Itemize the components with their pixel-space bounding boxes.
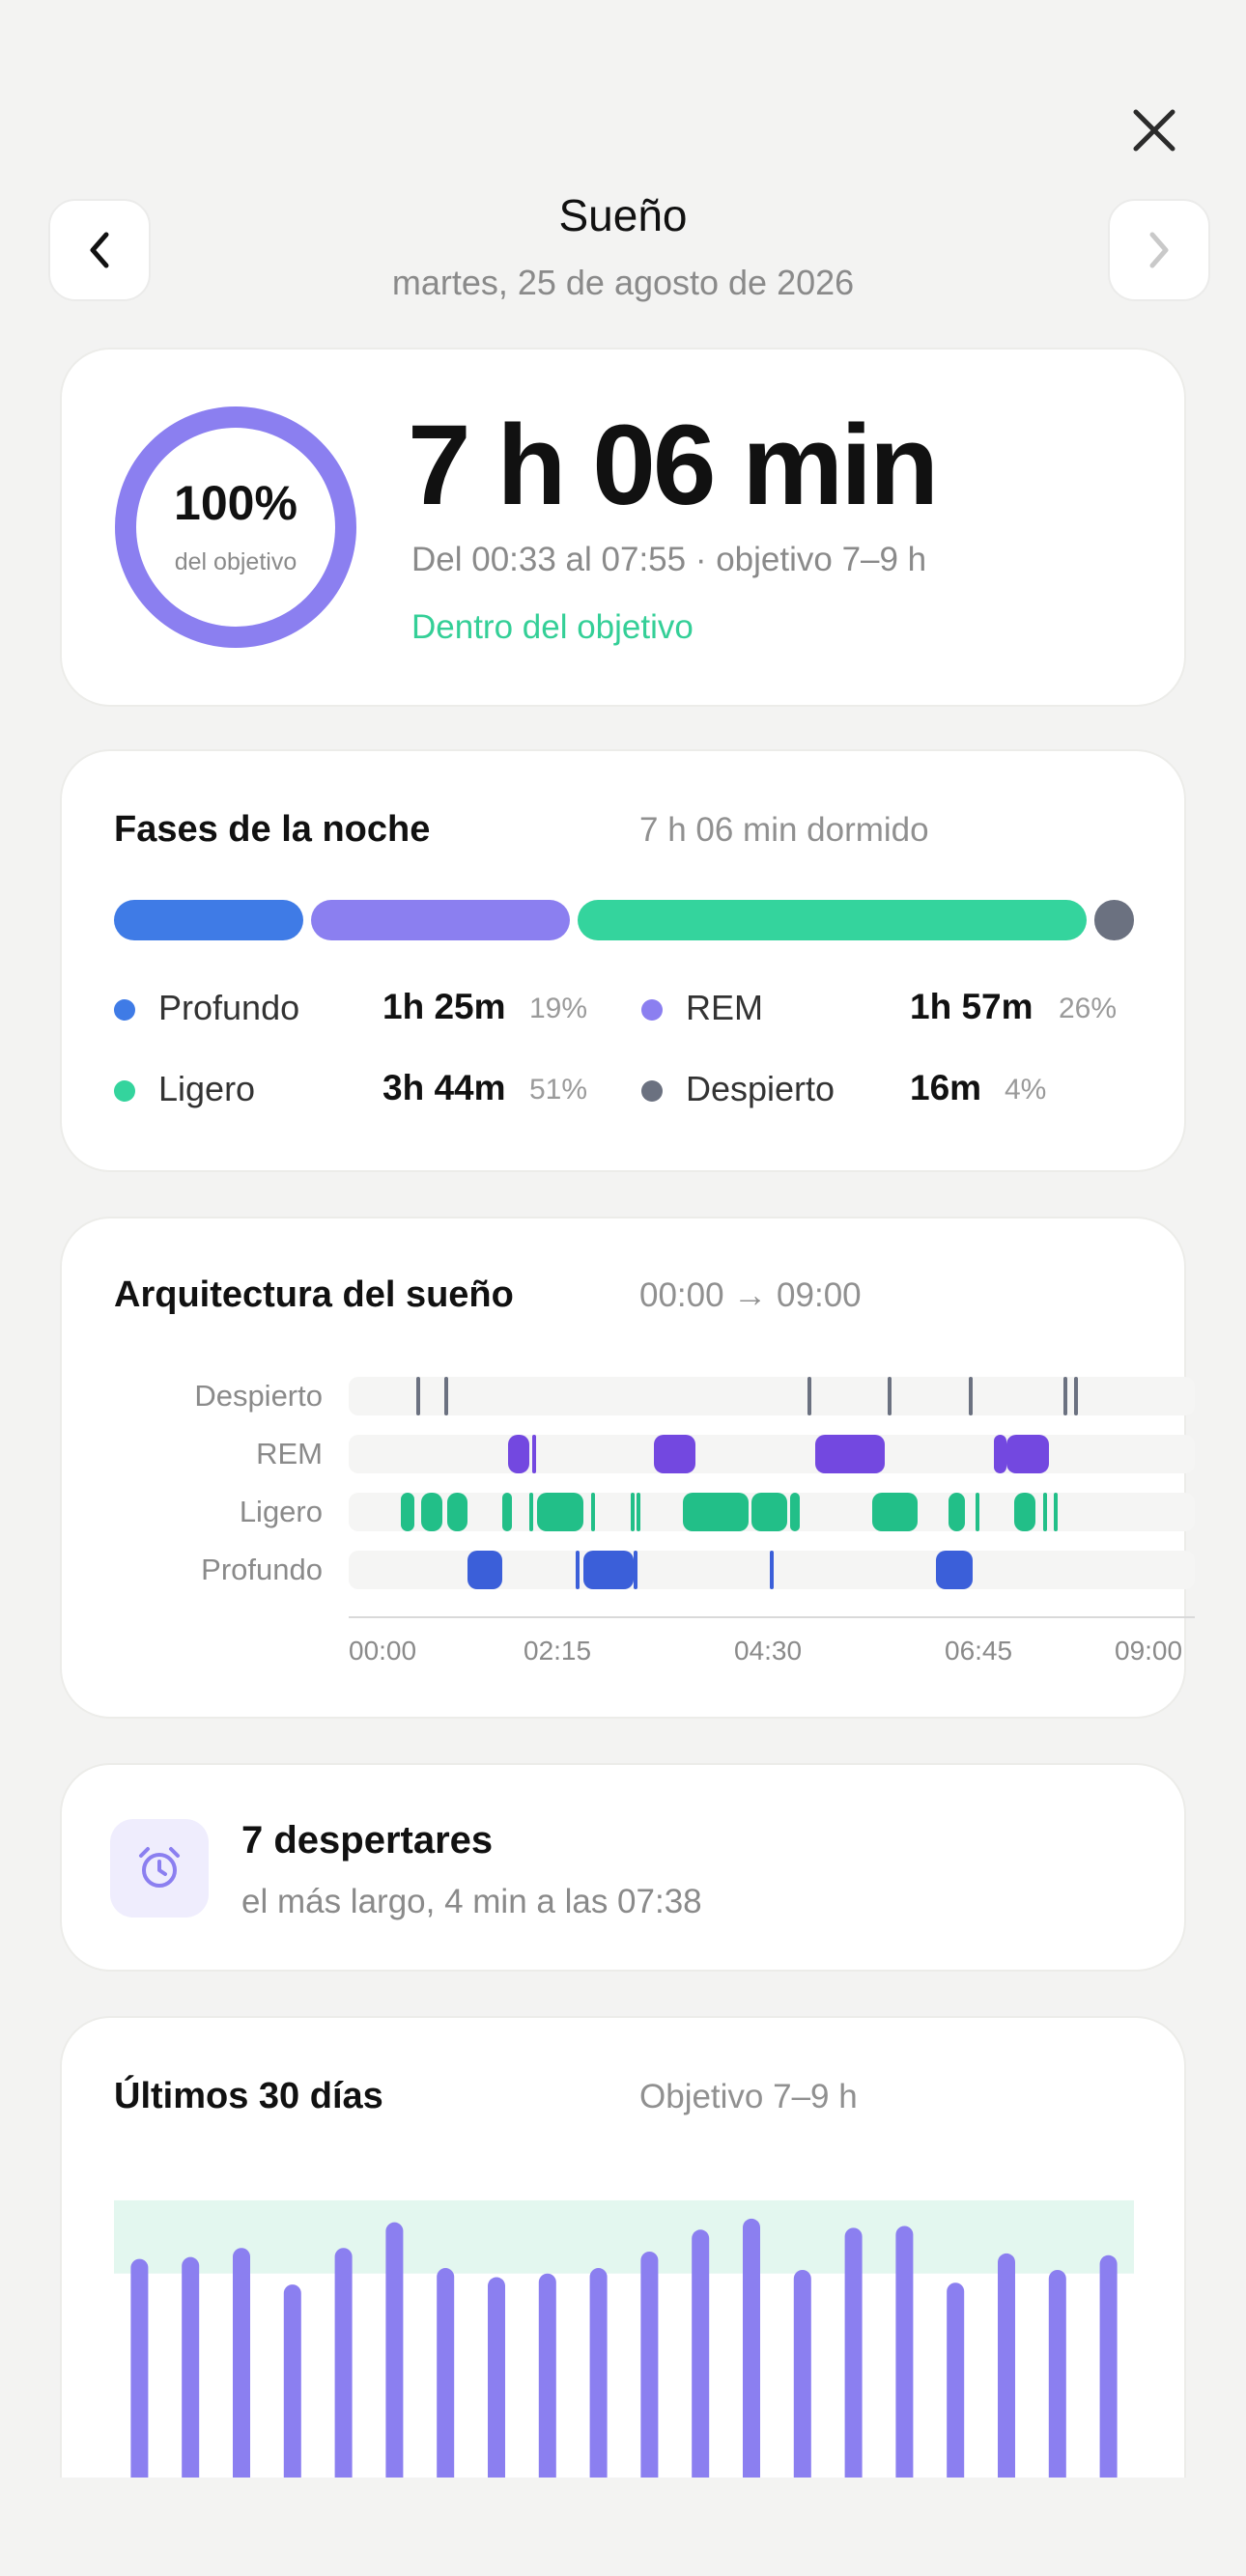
stage-segment-despierto xyxy=(888,1377,892,1415)
last30-subtitle: Objetivo 7–9 h xyxy=(639,2078,858,2115)
stage-segment-ligero xyxy=(871,1493,918,1531)
bottom-safe-area xyxy=(0,2478,1246,2576)
track-ligero xyxy=(349,1493,1195,1531)
awakenings-card: 7 despertares el más largo, 4 min a las … xyxy=(60,1763,1186,1972)
stage-segment-despierto xyxy=(443,1377,448,1415)
legend-value-ligero: 3h 44m xyxy=(382,1068,506,1107)
row-label-profundo: Profundo xyxy=(201,1553,323,1586)
stage-segment-rem xyxy=(508,1435,529,1473)
goal-status: Dentro del objetivo xyxy=(411,608,694,646)
ring-percent: 100% xyxy=(174,476,297,530)
tick-label: 04:30 xyxy=(734,1636,803,1666)
stage-segment-despierto xyxy=(1062,1377,1067,1415)
stage-segment-ligero xyxy=(1042,1493,1047,1531)
phase-segment-despierto xyxy=(1093,900,1134,940)
stage-segment-rem xyxy=(531,1435,536,1473)
legend-value-despierto: 16m xyxy=(910,1068,982,1107)
track-rem xyxy=(349,1435,1195,1473)
last30-title: Últimos 30 días xyxy=(114,2076,383,2116)
phase-segment-ligero xyxy=(578,900,1087,940)
stage-segment-profundo xyxy=(936,1551,973,1589)
stage-segment-ligero xyxy=(536,1493,584,1531)
legend-label-rem: REM xyxy=(686,988,763,1027)
stage-segment-ligero xyxy=(1014,1493,1035,1531)
ring-label: del objetivo xyxy=(174,548,297,575)
legend-label-despierto: Despierto xyxy=(686,1069,835,1108)
stage-segment-ligero xyxy=(400,1493,415,1531)
legend-label-profundo: Profundo xyxy=(158,988,300,1027)
legend-pct-despierto: 4% xyxy=(1005,1074,1047,1106)
sleep-duration: 7 h 06 min xyxy=(408,402,939,529)
phases-title: Fases de la noche xyxy=(114,809,431,850)
legend-pct-ligero: 51% xyxy=(529,1074,588,1106)
time-axis xyxy=(349,1616,1195,1618)
stage-segment-ligero xyxy=(420,1493,443,1531)
stage-segment-despierto xyxy=(1074,1377,1079,1415)
stage-segment-ligero xyxy=(750,1493,788,1531)
goal-band xyxy=(114,2199,1134,2274)
phase-segment-rem xyxy=(311,900,571,940)
stage-segment-rem xyxy=(1006,1435,1050,1473)
close-button[interactable] xyxy=(1130,106,1178,154)
awakenings-count: 7 despertares xyxy=(241,1819,494,1862)
phases-card: Fases de la noche 7 h 06 min dormido Pro… xyxy=(60,749,1186,1172)
phases-subtitle: 7 h 06 min dormido xyxy=(639,811,929,849)
stage-segment-ligero xyxy=(637,1493,641,1531)
stage-segment-profundo xyxy=(576,1551,581,1589)
stage-segment-ligero xyxy=(631,1493,635,1531)
legend-pct-rem: 26% xyxy=(1059,993,1118,1024)
row-label-despierto: Despierto xyxy=(194,1379,323,1413)
stage-segment-profundo xyxy=(770,1551,775,1589)
summary-card: 100% del objetivo 7 h 06 min Del 00:33 a… xyxy=(60,348,1186,707)
track-despierto xyxy=(349,1377,1195,1415)
stage-segment-despierto xyxy=(969,1377,974,1415)
stage-segment-ligero xyxy=(682,1493,749,1531)
page-date: martes, 25 de agosto de 2026 xyxy=(391,263,855,302)
architecture-card: Arquitectura del sueño 00:00 → 09:00 Des… xyxy=(60,1217,1195,1719)
alarm-icon-badge xyxy=(110,1819,209,1918)
stage-segment-ligero xyxy=(790,1493,801,1531)
architecture-title: Arquitectura del sueño xyxy=(114,1274,514,1315)
stage-segment-ligero xyxy=(949,1493,965,1531)
page-title: Sueño xyxy=(558,190,688,240)
stage-segment-profundo xyxy=(467,1551,502,1589)
tick-label: 02:15 xyxy=(524,1636,592,1666)
legend-dot-rem xyxy=(641,999,663,1021)
row-label-rem: REM xyxy=(256,1437,323,1470)
stage-segment-despierto xyxy=(415,1377,420,1415)
stage-segment-profundo xyxy=(583,1551,635,1589)
stage-segment-ligero xyxy=(501,1493,512,1531)
legend-value-profundo: 1h 25m xyxy=(382,987,506,1026)
stage-segment-profundo xyxy=(634,1551,638,1589)
legend-label-ligero: Ligero xyxy=(158,1069,256,1108)
tick-label: 09:00 xyxy=(1115,1636,1183,1666)
phase-segment-profundo xyxy=(114,900,304,940)
stage-segment-rem xyxy=(654,1435,695,1473)
row-label-ligero: Ligero xyxy=(239,1495,323,1528)
tick-label: 06:45 xyxy=(945,1636,1013,1666)
architecture-range: 00:00 → 09:00 xyxy=(639,1276,862,1314)
awakenings-detail: el más largo, 4 min a las 07:38 xyxy=(241,1883,702,1920)
phases-bar xyxy=(114,900,1134,940)
stage-segment-rem xyxy=(815,1435,885,1473)
stage-segment-ligero xyxy=(975,1493,979,1531)
stage-segment-despierto xyxy=(807,1377,812,1415)
stage-segment-ligero xyxy=(591,1493,596,1531)
sleep-range: Del 00:33 al 07:55 · objetivo 7–9 h xyxy=(411,541,927,578)
legend-value-rem: 1h 57m xyxy=(910,987,1034,1026)
legend-pct-profundo: 19% xyxy=(529,993,588,1024)
legend-dot-despierto xyxy=(641,1080,663,1102)
legend-dot-ligero xyxy=(114,1080,135,1102)
alarm-clock-icon xyxy=(139,1847,180,1888)
stage-segment-ligero xyxy=(447,1493,468,1531)
stage-segment-rem xyxy=(994,1435,1007,1473)
close-icon xyxy=(1133,109,1175,152)
stage-segment-ligero xyxy=(528,1493,533,1531)
stage-segment-ligero xyxy=(1054,1493,1058,1531)
track-profundo xyxy=(349,1551,1195,1589)
tick-label: 00:00 xyxy=(349,1636,417,1666)
legend-dot-profundo xyxy=(114,999,135,1021)
